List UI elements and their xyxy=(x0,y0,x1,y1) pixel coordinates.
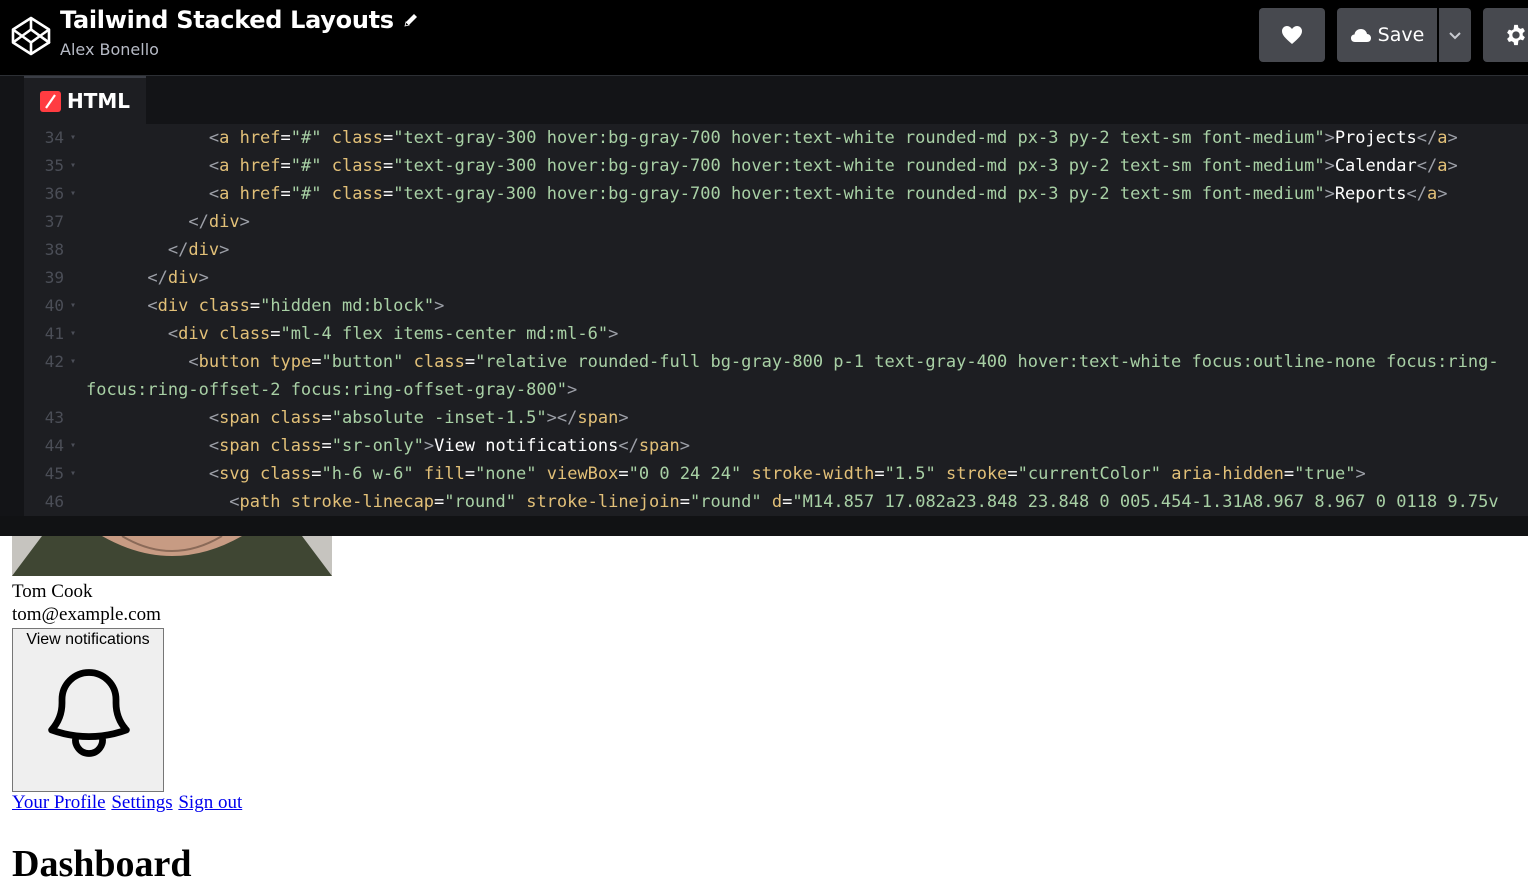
line-number: 39 xyxy=(44,268,64,287)
code-text: <a href="#" class="text-gray-300 hover:b… xyxy=(208,184,1448,204)
pen-title[interactable]: Tailwind Stacked Layouts xyxy=(60,6,394,34)
cloud-icon xyxy=(1350,29,1371,42)
user-name: Tom Cook xyxy=(12,581,93,602)
line-number: 41 xyxy=(44,324,64,343)
code-line[interactable]: 44 ▾ <span class="sr-only">View notificat… xyxy=(24,432,1528,460)
bell-icon xyxy=(48,669,130,757)
code-line[interactable]: 45 ▾ <svg class="h-6 w-6" fill="none" vie… xyxy=(24,460,1528,488)
code-line[interactable]: 40 ▾ <div class="hidden md:block"> xyxy=(24,292,1528,320)
fold-arrow-icon[interactable]: ▾ xyxy=(70,152,76,180)
save-button[interactable]: Save xyxy=(1337,8,1437,62)
code-line[interactable]: 39 </div> xyxy=(24,264,1528,292)
code-line[interactable]: 34 ▾ <a href="#" class="text-gray-300 hov… xyxy=(24,124,1528,152)
line-number: 44 xyxy=(44,436,64,455)
code-line[interactable]: 42 ▾ <button type="button" class="relativ… xyxy=(24,348,1528,376)
heart-icon xyxy=(1282,26,1302,44)
tab-html[interactable]: HTML xyxy=(24,76,146,124)
code-text: focus:ring-offset-2 focus:ring-offset-gr… xyxy=(86,380,578,400)
app-header: Tailwind Stacked Layouts Alex Bonello Sa… xyxy=(0,0,1528,76)
title-row: Tailwind Stacked Layouts xyxy=(60,6,420,34)
save-options-button[interactable] xyxy=(1439,8,1471,62)
line-number: 46 xyxy=(44,492,64,511)
fold-arrow-icon[interactable]: ▾ xyxy=(70,348,76,376)
resize-divider[interactable] xyxy=(0,516,1528,536)
code-line[interactable]: 41 ▾ <div class="ml-4 flex items-center m… xyxy=(24,320,1528,348)
pencil-edit-icon[interactable] xyxy=(402,11,420,29)
line-number: 43 xyxy=(44,408,64,427)
code-line[interactable]: 36 ▾ <a href="#" class="text-gray-300 hov… xyxy=(24,180,1528,208)
fold-arrow-icon[interactable]: ▾ xyxy=(70,460,76,488)
code-line[interactable]: 35 ▾ <a href="#" class="text-gray-300 hov… xyxy=(24,152,1528,180)
code-text: </div> xyxy=(167,240,230,260)
editor-left-strip xyxy=(0,76,24,516)
fold-arrow-icon[interactable]: ▾ xyxy=(70,432,76,460)
code-area[interactable]: 34 ▾ <a href="#" class="text-gray-300 hov… xyxy=(24,124,1528,516)
code-text: <a href="#" class="text-gray-300 hover:b… xyxy=(208,128,1458,148)
line-number: 37 xyxy=(44,212,64,231)
line-number: 45 xyxy=(44,464,64,483)
line-number: 34 xyxy=(44,128,64,147)
pen-author[interactable]: Alex Bonello xyxy=(60,40,159,59)
code-line[interactable]: 37 </div> xyxy=(24,208,1528,236)
chevron-down-icon xyxy=(1449,32,1461,40)
code-text: <span class="absolute -inset-1.5"></span… xyxy=(208,408,629,428)
user-menu-links: Your Profile Settings Sign out xyxy=(12,792,243,814)
line-number: 35 xyxy=(44,156,64,175)
code-line[interactable]: focus:ring-offset-2 focus:ring-offset-gr… xyxy=(24,376,1528,404)
code-line[interactable]: 43 <span class="absolute -inset-1.5"></s… xyxy=(24,404,1528,432)
your-profile-link[interactable]: Your Profile xyxy=(12,792,106,813)
code-text: <a href="#" class="text-gray-300 hover:b… xyxy=(208,156,1458,176)
fold-arrow-icon[interactable]: ▾ xyxy=(70,292,76,320)
code-text: </div> xyxy=(147,268,209,288)
code-text: </div> xyxy=(188,212,250,232)
editor-tabbar: HTML xyxy=(24,76,1528,124)
love-button[interactable] xyxy=(1259,8,1325,62)
preview-pane: Tom Cook tom@example.com View notificati… xyxy=(0,536,1528,892)
page-title: Dashboard xyxy=(12,843,192,885)
sign-out-link[interactable]: Sign out xyxy=(178,792,242,813)
line-number: 42 xyxy=(44,352,64,371)
html-icon xyxy=(40,90,61,112)
code-line[interactable]: 38 </div> xyxy=(24,236,1528,264)
code-text: <span class="sr-only">View notifications… xyxy=(208,436,691,456)
codepen-logo-icon[interactable] xyxy=(11,16,51,56)
fold-arrow-icon[interactable]: ▾ xyxy=(70,124,76,152)
code-text: <button type="button" class="relative ro… xyxy=(188,352,1499,372)
fold-arrow-icon[interactable]: ▾ xyxy=(70,320,76,348)
code-text: <svg class="h-6 w-6" fill="none" viewBox… xyxy=(208,464,1366,484)
line-number: 36 xyxy=(44,184,64,203)
code-text: <div class="hidden md:block"> xyxy=(147,296,445,316)
code-text: <path stroke-linecap="round" stroke-line… xyxy=(229,492,1499,512)
code-editor: HTML 34 ▾ <a href="#" class="text-gray-30… xyxy=(0,76,1528,516)
settings-button[interactable] xyxy=(1483,8,1528,62)
user-email: tom@example.com xyxy=(12,604,161,625)
notifications-label: View notifications xyxy=(26,631,150,648)
code-line[interactable]: 46 <path stroke-linecap="round" stroke-l… xyxy=(24,488,1528,516)
tab-html-label: HTML xyxy=(67,89,131,113)
code-text: <div class="ml-4 flex items-center md:ml… xyxy=(167,324,619,344)
line-number: 38 xyxy=(44,240,64,259)
fold-arrow-icon[interactable]: ▾ xyxy=(70,180,76,208)
save-label: Save xyxy=(1377,24,1425,46)
settings-link[interactable]: Settings xyxy=(111,792,172,813)
line-number: 40 xyxy=(44,296,64,315)
notifications-button[interactable]: View notifications xyxy=(12,628,164,792)
avatar xyxy=(12,536,332,576)
gear-icon xyxy=(1507,24,1525,46)
